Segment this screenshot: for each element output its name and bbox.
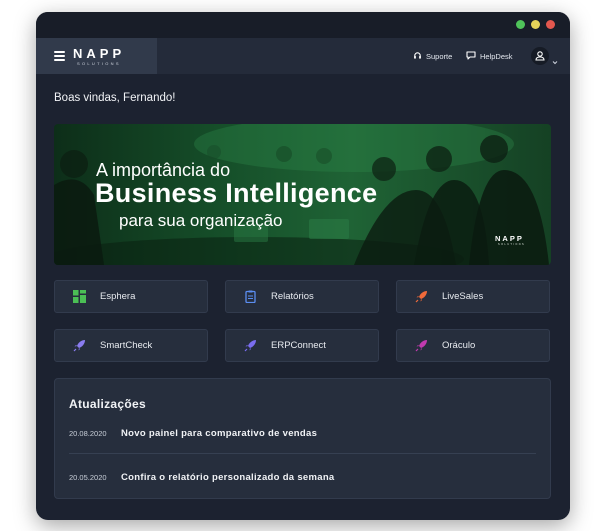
menu-icon[interactable] (54, 51, 65, 61)
rocket-icon (73, 339, 86, 352)
chat-icon (466, 50, 476, 62)
hero-banner[interactable]: A importância do Business Intelligence p… (54, 124, 551, 265)
app-card-label: ERPConnect (271, 340, 326, 351)
helpdesk-label: HelpDesk (480, 51, 513, 61)
app-card-label: Esphera (100, 291, 136, 302)
app-card-erpconnect[interactable]: ERPConnect (225, 329, 379, 362)
clipboard-icon (244, 290, 257, 304)
user-icon (535, 51, 545, 61)
app-card-livesales[interactable]: LiveSales (396, 280, 550, 313)
update-text: Novo painel para comparativo de vendas (121, 427, 318, 439)
brand-logo[interactable]: NAPP (73, 46, 125, 61)
logo-area: NAPP SOLUTIONS (36, 38, 157, 74)
app-card-label: LiveSales (442, 291, 484, 302)
maximize-button[interactable] (516, 20, 525, 29)
title-bar (36, 12, 570, 38)
rocket-icon (244, 339, 257, 352)
grid-icon (73, 290, 86, 303)
update-item[interactable]: 20.05.2020 Confira o relatório personali… (69, 467, 335, 487)
updates-panel: Atualizações 20.08.2020 Novo painel para… (54, 378, 551, 499)
divider (69, 453, 536, 455)
app-card-label: SmartCheck (100, 340, 153, 351)
updates-title: Atualizações (69, 397, 146, 411)
app-card-oraculo[interactable]: Oráculo (396, 329, 550, 362)
app-card-label: Relatórios (271, 291, 314, 302)
rocket-icon (415, 290, 428, 303)
app-window: NAPP SOLUTIONS Suporte HelpDesk Boas vin… (36, 12, 570, 520)
user-menu-button[interactable] (531, 47, 549, 65)
support-link[interactable]: Suporte (413, 38, 452, 74)
app-card-relatorios[interactable]: Relatórios (225, 280, 379, 313)
app-card-esphera[interactable]: Esphera (54, 280, 208, 313)
banner-logo: NAPP (495, 234, 524, 243)
update-item[interactable]: 20.08.2020 Novo painel para comparativo … (69, 423, 317, 443)
banner-line-2: Business Intelligence (95, 178, 378, 208)
app-card-smartcheck[interactable]: SmartCheck (54, 329, 208, 362)
rocket-icon (415, 339, 428, 352)
minimize-button[interactable] (531, 20, 540, 29)
update-text: Confira o relatório personalizado da sem… (121, 471, 335, 483)
top-navigation: NAPP SOLUTIONS Suporte HelpDesk (36, 38, 570, 74)
brand-tagline: SOLUTIONS (77, 61, 121, 66)
update-date: 20.05.2020 (69, 472, 107, 482)
banner-line-3: para sua organização (119, 211, 283, 230)
chevron-down-icon[interactable] (552, 52, 558, 70)
support-label: Suporte (426, 51, 453, 61)
headset-icon (413, 51, 422, 62)
helpdesk-link[interactable]: HelpDesk (466, 38, 513, 74)
close-button[interactable] (546, 20, 555, 29)
app-card-label: Oráculo (442, 340, 476, 351)
welcome-message: Boas vindas, Fernando! (54, 92, 176, 104)
banner-logo-tagline: SOLUTIONS (498, 243, 526, 246)
update-date: 20.08.2020 (69, 428, 107, 438)
